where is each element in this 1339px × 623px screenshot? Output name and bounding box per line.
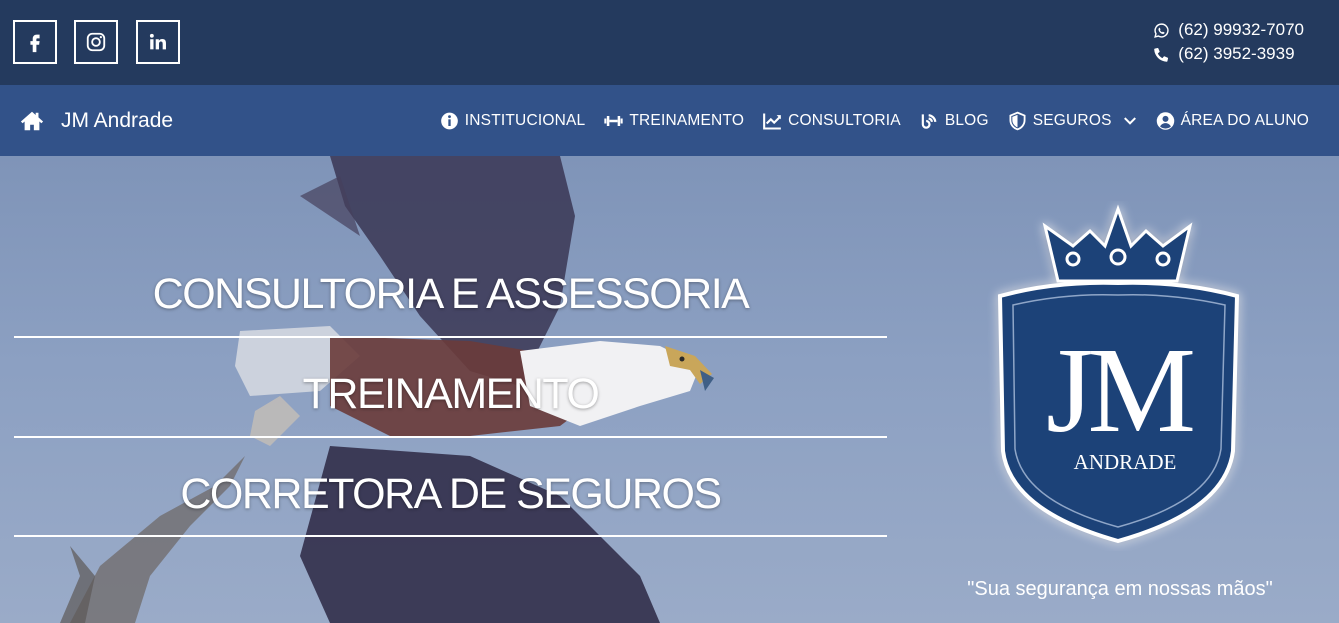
hero-divider xyxy=(14,436,887,438)
slogan: "Sua segurança em nossas mãos" xyxy=(967,578,1273,600)
logo-name: ANDRADE xyxy=(1074,450,1177,474)
chart-line-icon xyxy=(763,113,781,130)
jm-andrade-logo: JM ANDRADE xyxy=(997,204,1240,544)
nav-item-institucional[interactable]: INSTITUCIONAL xyxy=(439,111,586,131)
dumbbell-icon xyxy=(604,115,624,126)
contact-phones: (62) 99932-7070 (62) 3952-3939 xyxy=(1153,18,1304,66)
facebook-link[interactable] xyxy=(13,20,57,64)
whatsapp-contact[interactable]: (62) 99932-7070 xyxy=(1153,18,1304,42)
phone-number: (62) 3952-3939 xyxy=(1178,44,1295,63)
linkedin-link[interactable] xyxy=(136,20,180,64)
home-icon xyxy=(20,111,44,130)
nav-item-area-do-aluno[interactable]: ÁREA DO ALUNO xyxy=(1155,111,1309,131)
chevron-down-icon xyxy=(1123,116,1136,125)
whatsapp-icon xyxy=(1154,22,1169,38)
whatsapp-number: (62) 99932-7070 xyxy=(1178,20,1304,39)
nav-item-label: SEGUROS xyxy=(1032,111,1112,129)
info-icon xyxy=(440,112,458,129)
instagram-icon xyxy=(86,32,106,52)
top-bar: (62) 99932-7070 (62) 3952-3939 xyxy=(0,0,1339,85)
main-navigation: JM Andrade INSTITUCIONAL TREINAMENTO CON… xyxy=(0,85,1339,156)
logo-monogram: JM xyxy=(1046,323,1192,458)
nav-item-consultoria[interactable]: CONSULTORIA xyxy=(762,111,901,131)
phone-icon xyxy=(1154,47,1169,62)
shield-icon xyxy=(1009,111,1026,130)
brand-name: JM Andrade xyxy=(61,108,174,132)
hero-banner: CONSULTORIA E ASSESSORIA TREINAMENTO COR… xyxy=(0,156,1339,623)
nav-item-label: TREINAMENTO xyxy=(629,111,745,129)
nav-item-label: INSTITUCIONAL xyxy=(464,111,586,129)
facebook-icon xyxy=(30,34,40,53)
user-circle-icon xyxy=(1156,111,1174,130)
nav-menu: INSTITUCIONAL TREINAMENTO CONSULTORIA BL… xyxy=(439,85,1309,156)
nav-item-label: BLOG xyxy=(944,111,989,129)
hero-line-treinamento: TREINAMENTO xyxy=(302,370,600,418)
hero-divider xyxy=(14,535,887,537)
linkedin-icon xyxy=(149,33,166,50)
brand-home-link[interactable]: JM Andrade xyxy=(20,85,173,156)
hero-divider xyxy=(14,336,887,338)
instagram-link[interactable] xyxy=(74,20,118,64)
blog-icon xyxy=(921,113,937,129)
nav-item-treinamento[interactable]: TREINAMENTO xyxy=(603,111,744,131)
phone-contact[interactable]: (62) 3952-3939 xyxy=(1153,42,1304,66)
nav-item-label: CONSULTORIA xyxy=(788,111,901,129)
hero-line-consultoria: CONSULTORIA E ASSESSORIA xyxy=(152,270,750,318)
nav-item-label: ÁREA DO ALUNO xyxy=(1180,111,1309,129)
nav-item-blog[interactable]: BLOG xyxy=(919,111,989,131)
hero-line-corretora: CORRETORA DE SEGUROS xyxy=(180,470,722,518)
nav-item-seguros[interactable]: SEGUROS xyxy=(1007,111,1137,131)
